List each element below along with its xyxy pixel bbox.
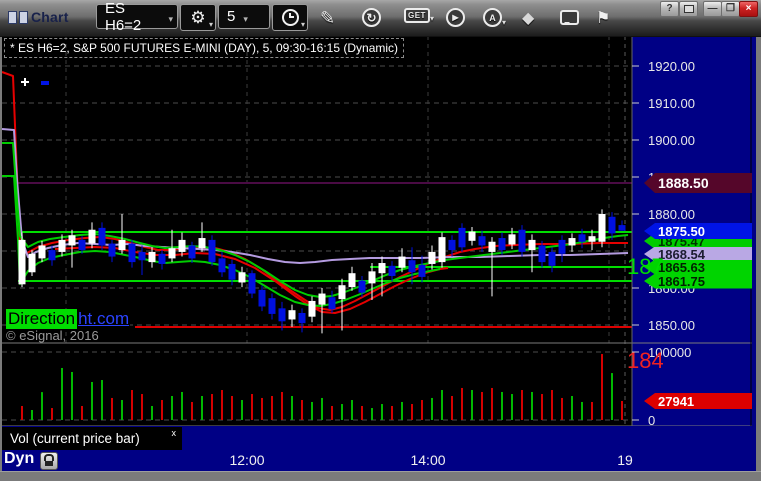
diamond-icon: ◆ <box>522 10 535 27</box>
chevron-down-icon: ▾ <box>300 20 305 29</box>
time-template-button[interactable]: ▾ <box>272 4 308 31</box>
price-axis-label: 1920.00 <box>648 59 695 74</box>
chart-title[interactable]: * ES H6=2, S&P 500 FUTURES E-MINI (DAY),… <box>4 38 405 58</box>
notes-button[interactable] <box>560 10 579 25</box>
popout-button[interactable] <box>679 1 698 17</box>
chevron-down-icon: ▾ <box>208 20 213 29</box>
speech-bubble-icon <box>560 10 579 25</box>
flag-icon: ⚑ <box>596 10 611 27</box>
price-tag-27941: 27941 <box>644 393 752 409</box>
toolbar: Chart ES H6=2 ▾ ⚙ ▾ 5 ▾ ▾ ✎ ↻ GET ▾ ▶ A … <box>0 0 761 37</box>
chevron-down-icon: ▾ <box>502 18 507 27</box>
chart-area: * ES H6=2, S&P 500 FUTURES E-MINI (DAY),… <box>0 35 761 472</box>
window-title: Chart <box>31 9 69 25</box>
price-tag-1888.50: 1888.50 <box>644 173 752 193</box>
maximize-button[interactable]: ❒ <box>721 1 740 17</box>
get-data-button[interactable]: GET ▾ <box>404 8 434 23</box>
dynamic-mode-label: Dyn <box>4 450 35 467</box>
time-axis-label: 19 <box>617 452 633 468</box>
volume-axis-top-label: 100000 <box>648 345 692 360</box>
upper-alert-price-label: 187 <box>627 256 663 278</box>
help-button[interactable]: ? <box>660 1 679 17</box>
window-frame-right <box>756 36 761 472</box>
time-axis[interactable]: Dyn 12:00 14:00 19 <box>2 450 756 471</box>
watermark-primary: Direction <box>6 309 78 329</box>
chart-window: Chart ES H6=2 ▾ ⚙ ▾ 5 ▾ ▾ ✎ ↻ GET ▾ ▶ A … <box>0 0 761 481</box>
close-pane-icon[interactable]: x <box>172 428 177 438</box>
chevron-down-icon: ▾ <box>168 14 173 24</box>
time-axis-label: 12:00 <box>229 452 265 468</box>
study-button[interactable]: ◆ <box>522 8 534 28</box>
symbol-settings-button[interactable]: ⚙ ▾ <box>180 4 216 31</box>
interval-combo[interactable]: 5 ▾ <box>218 4 270 29</box>
maximize-icon: ❒ <box>726 3 735 14</box>
minimize-button[interactable]: — <box>703 1 722 17</box>
auto-analysis-button[interactable]: A ▾ <box>483 8 506 27</box>
draw-tools-button[interactable]: ✎ <box>320 8 335 29</box>
symbol-value: ES H6=2 <box>105 0 142 34</box>
time-axis-label: 14:00 <box>410 452 446 468</box>
lower-alert-price-label: 184 <box>627 350 663 372</box>
chart-window-icon <box>8 11 28 24</box>
play-button[interactable]: ▶ <box>446 8 465 27</box>
get-icon: GET <box>404 8 430 23</box>
chevron-down-icon: ▾ <box>429 14 434 23</box>
window-frame-bottom <box>0 471 761 481</box>
play-icon: ▶ <box>446 8 465 27</box>
price-axis-label: 1900.00 <box>648 133 695 148</box>
watermark-link: ht.com <box>78 309 130 328</box>
volume-pane-tab-label: Vol (current price bar) <box>10 431 140 446</box>
price-axis-label: 1880.00 <box>648 207 695 222</box>
pencil-icon: ✎ <box>320 8 336 28</box>
close-icon: × <box>745 3 752 14</box>
lock-icon <box>44 454 54 461</box>
copyright-text: © eSignal, 2016 <box>6 328 99 343</box>
minimize-icon: — <box>707 3 718 14</box>
price-axis-label: 1850.00 <box>648 318 695 333</box>
chevron-down-icon: ▾ <box>243 14 248 24</box>
gear-icon: ⚙ <box>190 8 206 27</box>
reload-data-button[interactable]: ↻ <box>362 8 381 27</box>
close-button[interactable]: × <box>739 1 758 17</box>
lock-button[interactable] <box>40 452 58 470</box>
volume-pane-tab[interactable]: Vol (current price bar) x <box>2 427 182 450</box>
alert-flag-button[interactable]: ⚑ <box>596 8 610 28</box>
window-frame-left <box>0 36 2 472</box>
price-tag-1875.50: 1875.50 <box>644 223 752 239</box>
popout-icon <box>683 5 694 13</box>
price-axis-label: 1910.00 <box>648 96 695 111</box>
symbol-combo[interactable]: ES H6=2 ▾ <box>96 0 178 34</box>
clock-icon <box>281 9 299 26</box>
help-icon: ? <box>666 3 673 14</box>
refresh-icon: ↻ <box>362 8 381 27</box>
interval-value: 5 <box>227 8 236 25</box>
watermark: Direction ht.com <box>6 309 131 329</box>
auto-analysis-icon: A <box>483 8 502 27</box>
